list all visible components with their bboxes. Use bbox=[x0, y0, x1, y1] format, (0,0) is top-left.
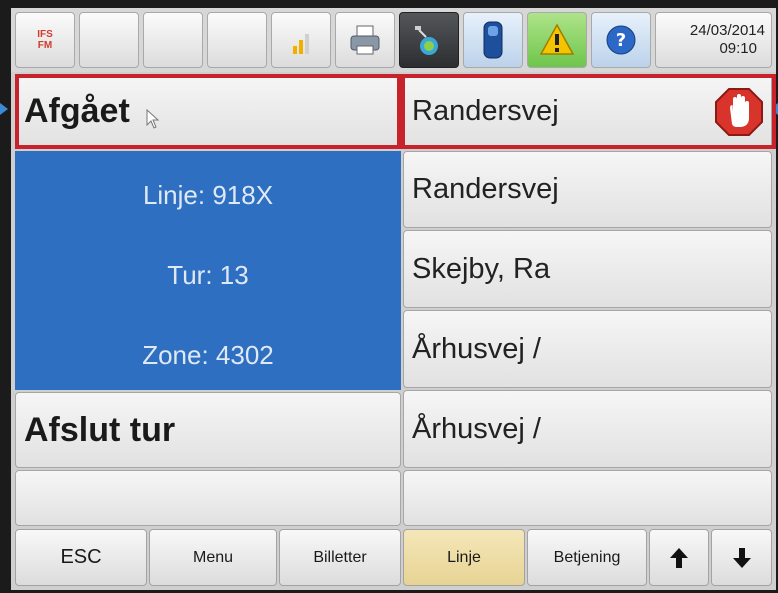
stop-list-item[interactable]: Århusvej / bbox=[403, 390, 772, 468]
line-label: Linje bbox=[447, 548, 481, 566]
line-button[interactable]: Linje bbox=[403, 529, 525, 586]
date-time-display: 24/03/2014 09:10 bbox=[655, 12, 772, 68]
scroll-down-button[interactable] bbox=[711, 529, 772, 586]
time-text: 09:10 bbox=[719, 40, 757, 57]
card-reader-button[interactable] bbox=[463, 12, 523, 68]
help-button[interactable]: ? bbox=[591, 12, 651, 68]
operation-label: Betjening bbox=[553, 548, 621, 566]
warning-button[interactable] bbox=[527, 12, 587, 68]
stop-name: Randersvej bbox=[412, 173, 559, 205]
warning-icon bbox=[539, 23, 575, 55]
arrow-up-icon bbox=[670, 547, 688, 568]
end-trip-button[interactable]: Afslut tur bbox=[15, 392, 401, 468]
esc-label: ESC bbox=[60, 546, 102, 568]
printer-icon bbox=[350, 25, 380, 55]
card-reader-icon bbox=[483, 21, 503, 59]
stop-name: Århusvej / bbox=[412, 412, 541, 445]
menu-label: Menu bbox=[192, 548, 234, 566]
device-screen: IFS FM ? 24/03/2014 09:10 Afgået Randers… bbox=[11, 8, 776, 590]
arrow-down-icon bbox=[732, 547, 751, 568]
ifs-logo-icon: IFS FM bbox=[37, 29, 53, 51]
help-icon: ? bbox=[606, 25, 636, 55]
toolbar-blank-button-3[interactable] bbox=[207, 12, 267, 68]
print-button[interactable] bbox=[335, 12, 395, 68]
stop-name: Skejby, Ra bbox=[412, 252, 551, 285]
status-highlight-left bbox=[15, 74, 401, 149]
trip-number-text: Tur: 13 bbox=[167, 260, 249, 290]
toolbar-blank-button-1[interactable] bbox=[79, 12, 139, 68]
date-text: 24/03/2014 bbox=[689, 22, 765, 39]
stop-list-item[interactable] bbox=[403, 470, 772, 526]
ifs-logo-button[interactable]: IFS FM bbox=[15, 12, 75, 68]
svg-text:?: ? bbox=[616, 30, 626, 51]
empty-action-cell[interactable] bbox=[15, 470, 401, 526]
stop-name: Århusvej / bbox=[412, 332, 541, 365]
end-trip-label: Afslut tur bbox=[24, 410, 176, 449]
stop-list-item[interactable]: Skejby, Ra bbox=[403, 230, 772, 308]
stop-list-item[interactable]: Randersvej bbox=[403, 151, 772, 228]
satellite-icon bbox=[415, 26, 438, 55]
signal-strength-icon bbox=[293, 34, 309, 54]
esc-button[interactable]: ESC bbox=[15, 529, 147, 586]
tickets-button[interactable]: Billetter bbox=[279, 529, 401, 586]
trip-info-panel: Linje: 918X Tur: 13 Zone: 4302 bbox=[15, 151, 401, 390]
menu-button[interactable]: Menu bbox=[149, 529, 277, 586]
zone-number-text: Zone: 4302 bbox=[142, 340, 274, 370]
top-toolbar: IFS FM ? 24/03/2014 09:10 bbox=[11, 8, 776, 72]
scroll-up-button[interactable] bbox=[649, 529, 709, 586]
left-pointer-arrow bbox=[0, 103, 8, 115]
line-number-text: Linje: 918X bbox=[142, 180, 274, 210]
toolbar-blank-button-2[interactable] bbox=[143, 12, 203, 68]
signal-button[interactable] bbox=[271, 12, 331, 68]
operation-button[interactable]: Betjening bbox=[527, 529, 647, 586]
tickets-label: Billetter bbox=[313, 548, 367, 566]
stop-list-item[interactable]: Århusvej / bbox=[403, 310, 772, 388]
status-highlight-right bbox=[401, 74, 776, 149]
gps-button[interactable] bbox=[399, 12, 459, 68]
